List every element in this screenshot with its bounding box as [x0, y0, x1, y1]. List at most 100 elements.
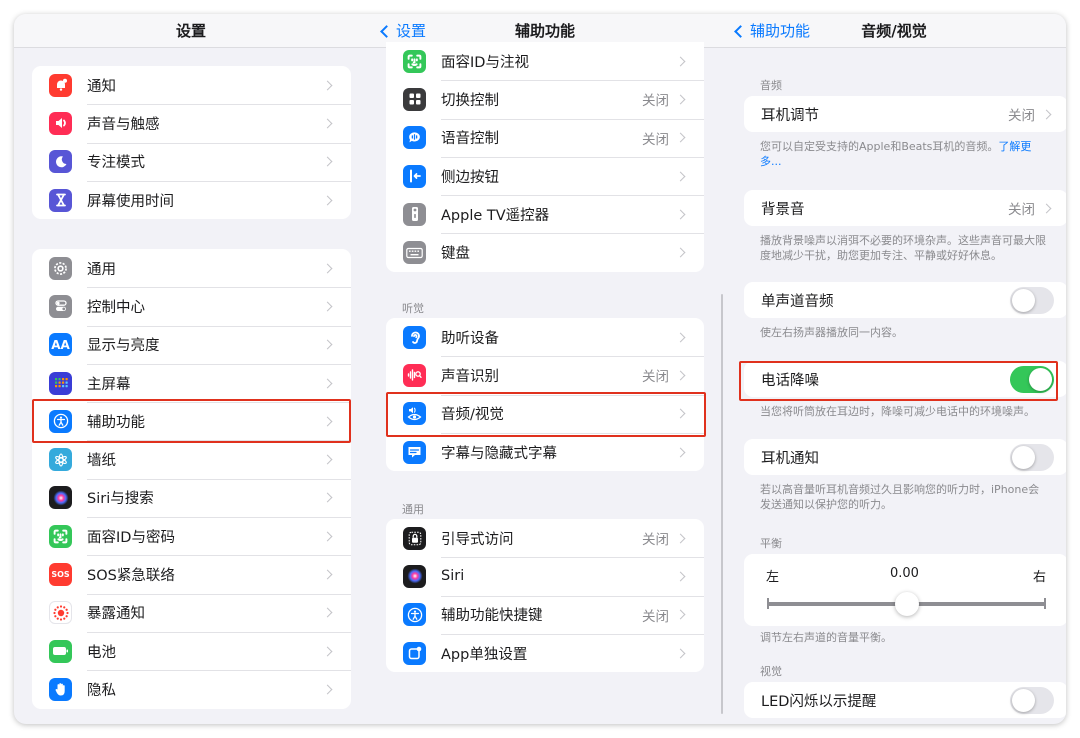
section-header-visual: 视觉 [760, 665, 782, 678]
row-label: 切换控制 [441, 92, 499, 109]
row-label: SOS紧急联络 [87, 568, 175, 585]
row-label: 键盘 [441, 246, 470, 263]
row-label: 屏幕使用时间 [87, 193, 174, 210]
toggle-knob [1029, 367, 1052, 391]
chevron-right-icon [322, 301, 333, 312]
background-sounds-row[interactable]: 背景音 关闭 [744, 190, 1066, 226]
settings-row-voice-control[interactable]: 语音控制 关闭 [386, 118, 704, 157]
captions-icon [403, 440, 426, 464]
row-label: 引导式访问 [441, 531, 514, 548]
chevron-right-icon [322, 118, 333, 129]
row-label: 语音控制 [441, 131, 499, 148]
balance-right-label: 右 [1032, 570, 1046, 585]
row-label: 暴露通知 [87, 606, 145, 623]
chevron-right-icon [322, 492, 333, 503]
settings-row-keyboard[interactable]: 键盘 [386, 233, 704, 271]
headphone-notifications-toggle[interactable] [1010, 443, 1054, 471]
settings-row-accessibility[interactable]: 辅助功能快捷键 关闭 [386, 595, 704, 634]
hand-icon [49, 677, 72, 701]
settings-row-hourglass[interactable]: 屏幕使用时间 [32, 180, 351, 219]
chevron-right-icon [675, 247, 686, 258]
row-label: 电池 [87, 644, 116, 661]
toggles-icon [49, 294, 72, 318]
siri-icon [403, 564, 426, 588]
settings-row-remote[interactable]: Apple TV遥控器 [386, 195, 704, 233]
row-label: 耳机通知 [761, 450, 819, 467]
balance-slider-thumb[interactable] [894, 592, 919, 616]
row-label: Siri [441, 568, 465, 585]
headphone-notifications-row: 耳机通知 [744, 439, 1066, 475]
chevron-right-icon [322, 454, 333, 465]
chevron-right-icon [1041, 203, 1052, 213]
faceid-icon [403, 49, 426, 73]
chevron-right-icon [322, 607, 333, 618]
settings-row-aa[interactable]: AA 显示与亮度 [32, 325, 351, 364]
settings-row-siri[interactable]: Siri [386, 557, 704, 595]
settings-row-captions[interactable]: 字幕与隐藏式字幕 [386, 432, 704, 471]
row-label: Apple TV遥控器 [441, 207, 550, 224]
noise-cancellation-footnote: 当您将听筒放在耳边时，降噪可减少电话中的环境噪声。 [760, 405, 1035, 418]
settings-row-battery[interactable]: 电池 [32, 631, 351, 670]
settings-row-bell[interactable]: 通知 [32, 66, 351, 104]
chevron-right-icon [675, 609, 686, 620]
row-label: LED闪烁以示提醒 [761, 693, 877, 710]
settings-row-gear[interactable]: 通用 [32, 249, 351, 287]
audio-visual-panel: 辅助功能 音频/视觉 音频 耳机调节 关闭 您可以自定受支持的Apple和Bea… [722, 14, 1066, 724]
slider-tick-left [767, 598, 769, 609]
settings-row-speaker[interactable]: 声音与触感 [32, 104, 351, 142]
row-label: 声音识别 [441, 368, 499, 385]
settings-row-moon[interactable]: 专注模式 [32, 142, 351, 181]
settings-row-exposure[interactable]: 暴露通知 [32, 593, 351, 632]
settings-row-flower[interactable]: 墙纸 [32, 440, 351, 478]
settings-sidebar: 设置 通知 声音与触感 专注模式 屏幕使用时间 通用 控制中心 AA 显示与亮度 主屏幕 辅助功… [14, 14, 368, 724]
row-label: 墙纸 [87, 453, 116, 470]
row-label: 单声道音频 [761, 293, 834, 310]
chevron-right-icon [675, 648, 686, 658]
settings-row-switch-control[interactable]: 切换控制 关闭 [386, 80, 704, 118]
voice-control-icon [403, 126, 426, 150]
accessibility-icon [403, 603, 426, 627]
mono-audio-row: 单声道音频 [744, 282, 1066, 318]
headphone-accommodations-row[interactable]: 耳机调节 关闭 [744, 96, 1066, 132]
settings-row-ear[interactable]: 助听设备 [386, 318, 704, 356]
settings-row-faceid[interactable]: 面容ID与注视 [386, 42, 704, 80]
settings-row-audio-visual[interactable]: 音频/视觉 [386, 394, 704, 433]
row-label: 通用 [87, 261, 116, 278]
exposure-icon [49, 601, 72, 625]
row-label: 电话降噪 [761, 372, 819, 389]
phone-noise-cancellation-toggle[interactable] [1010, 365, 1054, 393]
settings-row-lock[interactable]: 引导式访问 关闭 [386, 519, 704, 557]
row-label: 显示与亮度 [87, 338, 160, 355]
led-flash-row: LED闪烁以示提醒 [744, 682, 1066, 718]
settings-row-app-settings[interactable]: App单独设置 [386, 633, 704, 672]
balance-control: 左 0.00 右 [744, 554, 1066, 626]
mono-audio-toggle[interactable] [1010, 286, 1054, 314]
settings-row-siri[interactable]: Siri与搜索 [32, 478, 351, 517]
led-flash-toggle[interactable] [1010, 686, 1054, 714]
chevron-right-icon [675, 56, 686, 67]
settings-row-accessibility[interactable]: 辅助功能 [32, 402, 351, 440]
accessibility-group-physical: 面容ID与注视 切换控制 关闭 语音控制 关闭侧边按钮 Apple TV遥控器 键盘 [386, 42, 704, 272]
slider-tick-right [1044, 598, 1046, 609]
toggle-knob [1012, 288, 1035, 312]
row-value: 关闭 [642, 369, 669, 386]
chevron-right-icon [675, 132, 686, 143]
chevron-right-icon [322, 378, 333, 388]
settings-row-sound-recognition[interactable]: 声音识别 关闭 [386, 356, 704, 394]
settings-row-toggles[interactable]: 控制中心 [32, 287, 351, 325]
toggle-knob [1012, 688, 1035, 712]
row-label: 专注模式 [87, 155, 145, 172]
row-label: 主屏幕 [87, 376, 131, 393]
toggle-knob [1012, 445, 1035, 469]
footnote-text: 您可以自定受支持的Apple和Beats耳机的音频。 [760, 140, 999, 153]
settings-row-faceid[interactable]: 面容ID与密码 [32, 517, 351, 555]
settings-row-side-button[interactable]: 侧边按钮 [386, 156, 704, 195]
row-label: 侧边按钮 [441, 169, 499, 186]
row-value: 关闭 [1008, 202, 1035, 218]
chevron-right-icon [1041, 109, 1052, 119]
settings-row-hand[interactable]: 隐私 [32, 670, 351, 708]
chevron-right-icon [322, 263, 333, 274]
keyboard-icon [403, 241, 426, 265]
settings-row-homescreen[interactable]: 主屏幕 [32, 363, 351, 402]
settings-row-sos[interactable]: SOS SOS紧急联络 [32, 555, 351, 593]
